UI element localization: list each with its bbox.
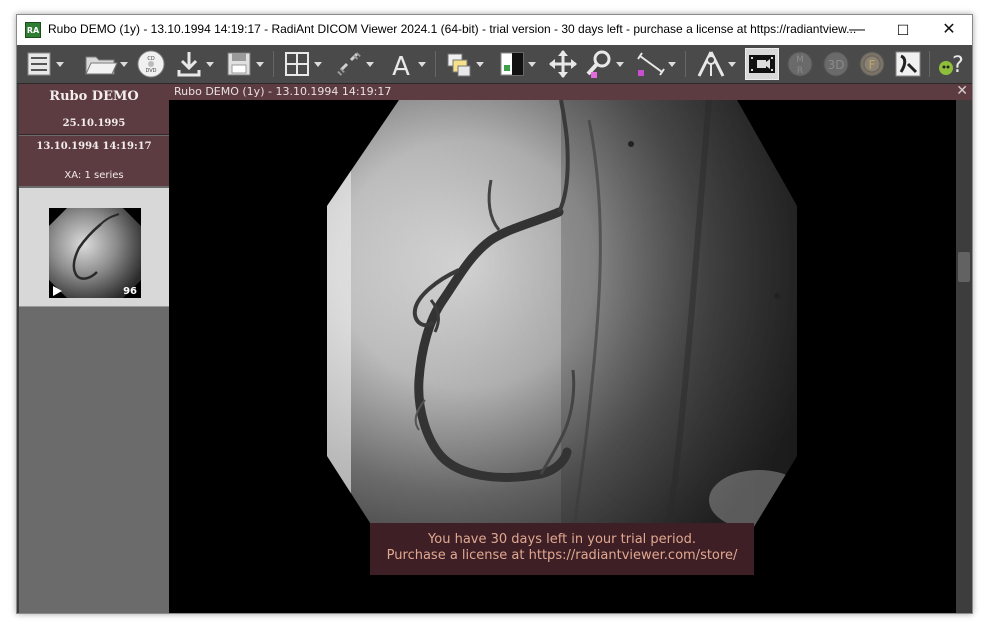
help-button[interactable]: ? [936,48,968,80]
window-level-dropdown-icon[interactable] [527,48,537,80]
window-title: Rubo DEMO (1y) - 13.10.1994 14:19:17 - R… [48,22,857,36]
zoom-icon [586,50,611,78]
measure-button[interactable] [635,48,677,80]
study-list-dropdown-icon[interactable] [55,48,65,80]
main-toolbar: CD DVD A M R 3D F ? [17,45,972,84]
svg-text:F: F [869,58,876,72]
export-dropdown-icon[interactable] [255,48,265,80]
trial-notice: You have 30 days left in your trial peri… [370,523,754,575]
zoom-dropdown-icon[interactable] [615,48,625,80]
mr-button[interactable]: M R [784,48,816,80]
3d-icon: 3D [823,51,849,77]
cine-button[interactable] [745,48,779,80]
3d-button[interactable]: 3D [820,48,852,80]
svg-text:3D: 3D [828,58,845,72]
annotations-button[interactable]: A [385,48,427,80]
mpr-icon [697,51,725,77]
svg-text:M: M [796,55,804,65]
import-dropdown-icon[interactable] [205,48,215,80]
window-level-button[interactable] [495,48,537,80]
curve-icon [895,51,921,77]
open-button[interactable] [83,48,129,80]
series-compare-icon [447,53,471,77]
app-logo-icon: RA [25,22,41,38]
measure-dropdown-icon[interactable] [667,48,677,80]
frame-scrollbar[interactable] [956,100,972,613]
frame-scrollbar-thumb[interactable] [958,252,970,282]
import-button[interactable] [173,48,215,80]
series-thumbnail[interactable]: 96 [49,208,141,298]
svg-text:DVD: DVD [145,68,156,74]
zoom-button[interactable] [583,48,625,80]
maximize-button[interactable]: ☐ [880,15,926,45]
curve-button[interactable] [892,48,924,80]
mpr-dropdown-icon[interactable] [727,48,737,80]
minimize-button[interactable]: — [834,15,880,45]
annotation-text-icon: A [392,52,410,80]
viewport-close-icon[interactable]: ✕ [956,83,968,99]
fusion-button[interactable]: F [856,48,888,80]
trial-notice-line1: You have 30 days left in your trial peri… [428,532,696,547]
viewport-title: Rubo DEMO (1y) - 13.10.1994 14:19:17 [174,85,392,98]
layout-dropdown-icon[interactable] [313,48,323,80]
layout-grid-icon [285,52,309,76]
annotations-dropdown-icon[interactable] [417,48,427,80]
cd-dvd-icon: CD DVD [137,50,165,78]
sync-button[interactable] [333,48,375,80]
toolbar-separator [685,51,686,77]
mpr-button[interactable] [695,48,737,80]
study-series-summary: XA: 1 series [64,170,124,181]
study-list-button[interactable] [23,48,65,80]
patient-name: Rubo DEMO [49,89,139,104]
patient-card[interactable]: Rubo DEMO 25.10.1995 [19,84,169,135]
series-list: 96 [19,188,169,307]
angiogram-thumbnail-image [49,208,141,298]
study-panel: Rubo DEMO 25.10.1995 13.10.1994 14:19:17… [19,84,170,613]
link-icon [337,52,361,76]
series-compare-button[interactable] [443,48,485,80]
series-compare-dropdown-icon[interactable] [475,48,485,80]
svg-text:CD: CD [147,56,154,62]
viewport-header: Rubo DEMO (1y) - 13.10.1994 14:19:17 ✕ [169,83,972,100]
open-study-list-icon [27,52,51,76]
close-button[interactable]: ✕ [926,15,972,45]
sync-dropdown-icon[interactable] [365,48,375,80]
frame-count: 96 [123,286,137,297]
image-viewport[interactable]: Rubo DEMO (1y) - 13.10.1994 14:19:17 ✕ Y… [169,83,972,613]
window-level-icon [500,52,524,76]
pan-icon [549,50,577,78]
fusion-icon: F [859,51,885,77]
measure-ruler-icon [637,52,665,76]
play-icon[interactable] [53,286,62,296]
save-icon [227,52,251,76]
study-datetime: 13.10.1994 14:19:17 [36,141,152,152]
open-folder-icon [85,56,118,75]
download-icon [177,52,201,77]
patient-birth-date: 25.10.1995 [62,118,126,129]
toolbar-separator [273,51,274,77]
open-dropdown-icon[interactable] [119,48,129,80]
app-window: RA Rubo DEMO (1y) - 13.10.1994 14:19:17 … [16,14,973,614]
pan-button[interactable] [547,48,579,80]
svg-text:A: A [392,52,410,80]
trial-notice-line2: Purchase a license at https://radiantvie… [386,548,738,563]
cine-icon [749,55,775,73]
export-button[interactable] [223,48,265,80]
toolbar-separator [929,51,930,77]
cd-dvd-button[interactable]: CD DVD [135,48,167,80]
layout-button[interactable] [281,48,323,80]
help-icon: ? [939,53,964,78]
title-bar: RA Rubo DEMO (1y) - 13.10.1994 14:19:17 … [17,15,972,45]
svg-text:R: R [797,66,803,76]
svg-text:?: ? [952,53,964,78]
mr-icon: M R [787,51,813,77]
study-card[interactable]: 13.10.1994 14:19:17 XA: 1 series [19,136,169,186]
toolbar-separator [435,51,436,77]
